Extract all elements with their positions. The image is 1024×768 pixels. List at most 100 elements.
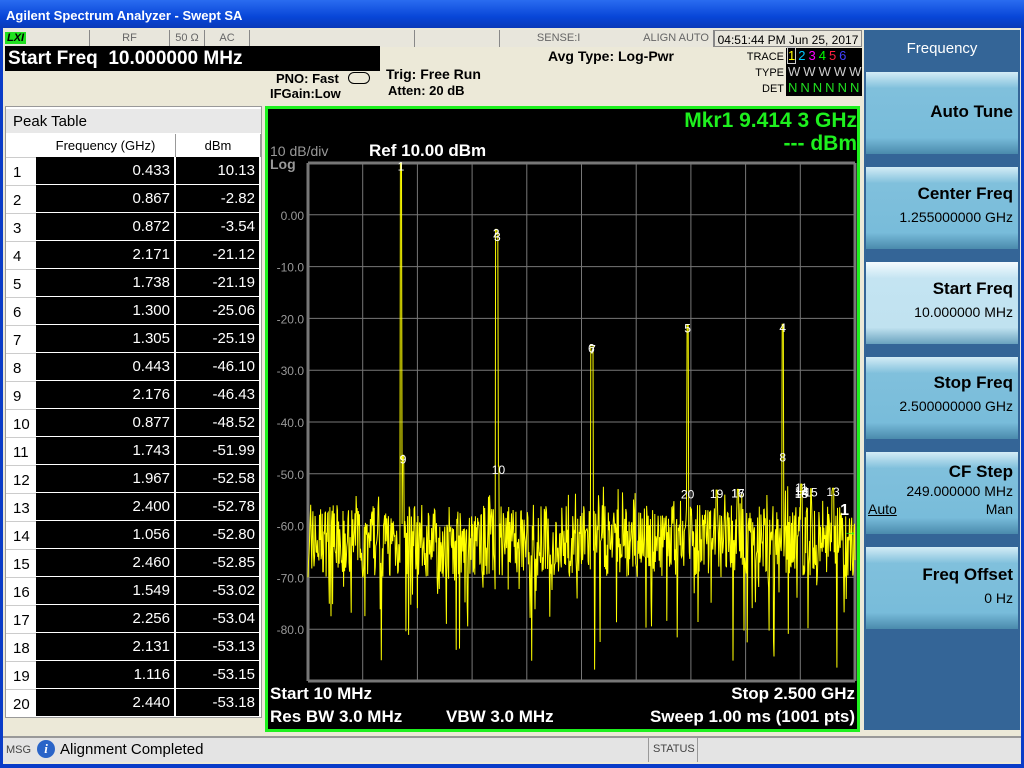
peak-amplitude: -51.99 (176, 437, 259, 464)
softkey-label: Start Freq (932, 279, 1013, 298)
row-index: 7 (6, 325, 36, 353)
table-row[interactable]: 5 1.738 -21.19 (6, 269, 261, 297)
start-frequency: Start 10 MHz (270, 684, 373, 703)
marker-label: 17 (731, 487, 745, 501)
table-row[interactable]: 3 0.872 -3.54 (6, 213, 261, 241)
rf-status: RF (90, 30, 170, 47)
trace-indicator[interactable]: 123456 WWWWWW NNNNNN (786, 47, 877, 96)
marker-label: 3 (494, 230, 501, 244)
spectrum-plot[interactable]: 0.00 -10.0 -20.0 -30.0 -40.0 -50.0 -60.0 -70.0 -… (268, 109, 857, 729)
trace-6[interactable]: 6 (839, 48, 846, 63)
row-index: 17 (6, 605, 36, 633)
peak-frequency: 2.256 (36, 605, 174, 632)
softkey-start-freq[interactable]: Start Freq 10.000000 MHz (866, 262, 1018, 344)
table-row[interactable]: 13 2.400 -52.78 (6, 493, 261, 521)
softkey-auto-tune[interactable]: Auto Tune (866, 72, 1018, 154)
active-function-label: Start Freq (8, 48, 98, 69)
peak-amplitude: -53.13 (176, 633, 259, 660)
table-row[interactable]: 4 2.171 -21.12 (6, 241, 261, 269)
softkey-cf-step[interactable]: CF Step 249.000000 MHz Auto Man (866, 452, 1018, 534)
peak-amplitude: -53.02 (176, 577, 259, 604)
peak-amplitude: -53.15 (176, 661, 259, 688)
spectrum-graph[interactable]: 10 dB/div Log Ref 10.00 dBm Mkr1 9.414 3… (265, 106, 860, 732)
peak-frequency: 1.300 (36, 297, 174, 324)
ifgain-setting: IFGain:Low (270, 86, 341, 101)
table-row[interactable]: 18 2.131 -53.13 (6, 633, 261, 661)
row-index: 4 (6, 241, 36, 269)
softkey-label: Stop Freq (933, 373, 1013, 392)
table-row[interactable]: 6 1.300 -25.06 (6, 297, 261, 325)
trace-detector: N (825, 80, 835, 95)
y-tick-label: -60.0 (277, 520, 305, 534)
table-row[interactable]: 11 1.743 -51.99 (6, 437, 261, 465)
info-icon: i (37, 740, 55, 758)
avg-type: Avg Type: Log-Pwr (548, 48, 674, 64)
trace-3[interactable]: 3 (808, 48, 815, 63)
status-blank (250, 30, 415, 47)
softkey-stop-freq[interactable]: Stop Freq 2.500000000 GHz (866, 357, 1018, 439)
peak-frequency: 2.176 (36, 381, 174, 408)
cf-step-auto[interactable]: Auto (868, 501, 897, 517)
peak-amplitude: 10.13 (176, 157, 259, 184)
table-row[interactable]: 2 0.867 -2.82 (6, 185, 261, 213)
softkey-freq-offset[interactable]: Freq Offset 0 Hz (866, 547, 1018, 629)
table-row[interactable]: 20 2.440 -53.18 (6, 689, 261, 717)
table-row[interactable]: 9 2.176 -46.43 (6, 381, 261, 409)
table-row[interactable]: 14 1.056 -52.80 (6, 521, 261, 549)
msg-label: MSG (6, 744, 32, 756)
peak-frequency: 0.443 (36, 353, 174, 380)
table-row[interactable]: 16 1.549 -53.02 (6, 577, 261, 605)
marker-label: 10 (492, 463, 506, 477)
table-row[interactable]: 10 0.877 -48.52 (6, 409, 261, 437)
table-row[interactable]: 8 0.443 -46.10 (6, 353, 261, 381)
peak-frequency: 1.056 (36, 521, 174, 548)
peak-amplitude: -21.19 (176, 269, 259, 296)
softkey-center-freq[interactable]: Center Freq 1.255000000 GHz (866, 167, 1018, 249)
peak-amplitude: -46.10 (176, 353, 259, 380)
softkey-value: 10.000000 MHz (914, 304, 1013, 320)
active-function[interactable]: Start Freq 10.000000 MHz (5, 46, 380, 71)
peak-amplitude: -3.54 (176, 213, 259, 240)
row-index: 15 (6, 549, 36, 577)
trace-detector: N (812, 80, 823, 95)
y-tick-label: -40.0 (277, 416, 305, 430)
trace-type: W (849, 64, 862, 79)
trace-type: W (818, 64, 831, 79)
trace-2[interactable]: 2 (798, 48, 805, 63)
trace-4[interactable]: 4 (819, 48, 826, 63)
table-row[interactable]: 17 2.256 -53.04 (6, 605, 261, 633)
trace-numbers: 123456 (786, 47, 862, 64)
video-bandwidth: VBW 3.0 MHz (446, 707, 554, 726)
trace-types: WWWWWW (788, 64, 877, 80)
row-index: 12 (6, 465, 36, 493)
active-function-value[interactable]: 10.000000 MHz (108, 48, 242, 69)
table-row[interactable]: 12 1.967 -52.58 (6, 465, 261, 493)
y-tick-label: -70.0 (277, 571, 305, 585)
softkey-label: Freq Offset (922, 565, 1013, 584)
row-index: 3 (6, 213, 36, 241)
datetime: 04:51:44 PM Jun 25, 2017 (714, 30, 862, 47)
marker-label: 13 (826, 485, 840, 499)
message-bar: MSG i Alignment Completed STATUS (3, 736, 1021, 762)
marker-label: 4 (779, 321, 786, 335)
softkey-label: Center Freq (917, 184, 1013, 203)
cf-step-man[interactable]: Man (986, 501, 1013, 517)
window-title: Agilent Spectrum Analyzer - Swept SA (0, 0, 1024, 28)
y-tick-label: -10.0 (277, 261, 305, 275)
peak-frequency: 2.440 (36, 689, 174, 716)
table-row[interactable]: 7 1.305 -25.19 (6, 325, 261, 353)
softkey-label: CF Step (948, 462, 1013, 481)
trace-5[interactable]: 5 (829, 48, 836, 63)
align-status-text: ALIGN AUTO (580, 30, 714, 47)
table-row[interactable]: 15 2.460 -52.85 (6, 549, 261, 577)
table-row[interactable]: 19 1.116 -53.15 (6, 661, 261, 689)
peak-amplitude: -2.82 (176, 185, 259, 212)
row-index: 11 (6, 437, 36, 465)
trace-detector: N (837, 80, 847, 95)
marker-label: 9 (400, 452, 407, 466)
peak-amplitude: -25.06 (176, 297, 259, 324)
table-row[interactable]: 1 0.433 10.13 (6, 157, 261, 185)
trace-1[interactable]: 1 (786, 47, 797, 64)
y-tick-label: -80.0 (277, 623, 305, 637)
peak-frequency: 0.877 (36, 409, 174, 436)
